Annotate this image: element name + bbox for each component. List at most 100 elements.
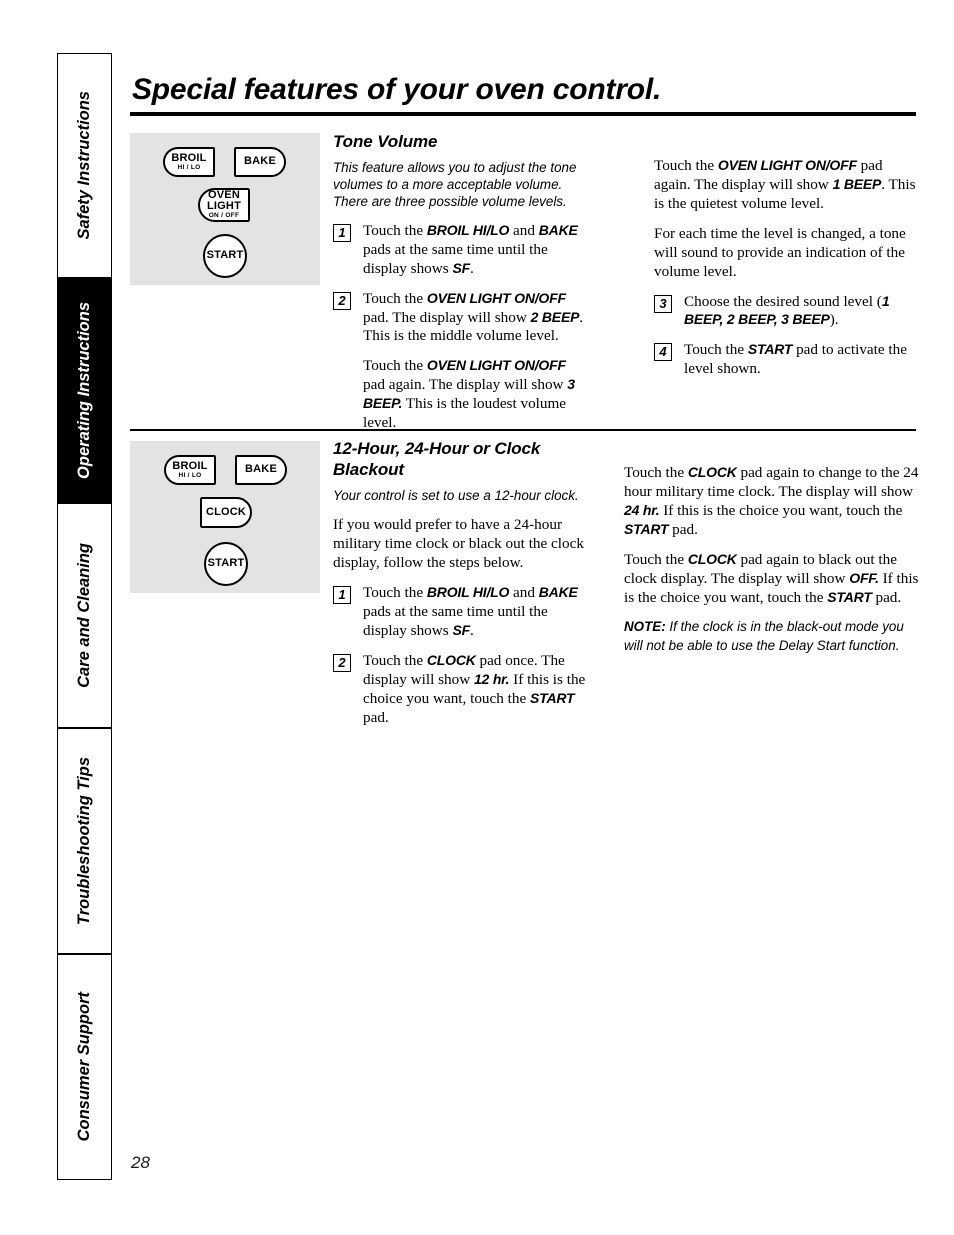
sidebar-item-troubleshooting-tips[interactable]: Troubleshooting Tips [57, 728, 112, 954]
step-text-frag: . [469, 259, 474, 277]
bake-pad[interactable]: BAKE [235, 455, 287, 485]
clock-pad[interactable]: CLOCK [200, 497, 252, 528]
page-number: 28 [131, 1153, 150, 1172]
bake-pad[interactable]: BAKE [234, 147, 286, 177]
pad-reference-bake: BAKE [538, 221, 578, 238]
clock-blackout-middle-column: 12-Hour, 24-Hour or Clock Blackout Your … [333, 438, 591, 727]
control-pad-illustration-tone-volume: BROIL HI / LO BAKE OVEN LIGHT ON / OFF S… [130, 133, 320, 285]
display-value-sf: SF [452, 621, 470, 638]
tab-label-wrap: Safety Instructions [58, 54, 111, 277]
body-frag: pad. [668, 520, 698, 538]
step-text: Touch the BROIL HI/LO and BAKE pads at t… [363, 584, 591, 641]
sidebar-item-label: Troubleshooting Tips [75, 756, 94, 926]
step-text-frag: . [469, 621, 474, 639]
substep-frag: pad again. The display will show [363, 376, 568, 394]
body-frag: If this is the choice you want, touch th… [659, 501, 903, 519]
substep-loudest-level: Touch the OVEN LIGHT ON/OFF pad again. T… [333, 357, 591, 433]
clock-blackout-right-column: Touch the CLOCK pad again to change to t… [624, 464, 922, 656]
control-pad-illustration-clock: BROIL HI / LO BAKE CLOCK START [130, 441, 320, 593]
sidebar-item-label: Care and Cleaning [75, 543, 94, 688]
broil-hi-lo-pad[interactable]: BROIL HI / LO [163, 147, 215, 177]
step-text: Touch the OVEN LIGHT ON/OFF pad. The dis… [363, 290, 591, 347]
pad-reference-start: START [747, 341, 793, 358]
page-content: Special features of your oven control. B… [130, 0, 918, 1235]
clock-note: NOTE: If the clock is in the black-out m… [624, 618, 922, 656]
tone-volume-middle-column: Tone Volume This feature allows you to a… [333, 131, 591, 444]
pad-reference-start: START [624, 520, 669, 537]
pad-label-line2: HI / LO [177, 163, 201, 171]
pad-label-line1: CLOCK [205, 505, 247, 518]
step-number: 1 [333, 585, 351, 604]
pad-reference-clock: CLOCK [426, 651, 476, 668]
body-frag: Touch the [624, 464, 688, 481]
pad-label-line1: BAKE [244, 155, 276, 168]
pad-label-line2: LIGHT [207, 200, 241, 213]
step-text-frag: Touch the [684, 341, 748, 359]
pad-label-line1: BAKE [245, 463, 277, 476]
pad-label-line3: ON / OFF [208, 212, 240, 220]
step-text: Touch the START pad to activate the leve… [684, 341, 922, 379]
sidebar-item-care-and-cleaning[interactable]: Care and Cleaning [57, 503, 112, 728]
step-text: Touch the CLOCK pad once. The display wi… [363, 652, 591, 728]
pad-reference-bake: BAKE [538, 583, 578, 600]
sidebar-item-safety-instructions[interactable]: Safety Instructions [57, 53, 112, 278]
step-text-frag: and [509, 221, 539, 239]
display-value-sf: SF [452, 259, 470, 276]
step-item: 3 Choose the desired sound level (1 BEEP… [654, 293, 922, 331]
body-frag: Touch the [624, 550, 688, 568]
step-text-frag: Touch the [363, 651, 427, 669]
sidebar-item-label: Safety Instructions [75, 91, 94, 240]
substep-quietest-level: Touch the OVEN LIGHT ON/OFF pad again. T… [654, 157, 922, 214]
pad-reference-oven-light: OVEN LIGHT ON/OFF [426, 357, 566, 374]
step-number: 1 [333, 223, 351, 242]
sidebar-tab-strip: Safety Instructions Operating Instructio… [57, 53, 112, 1180]
step-text-frag: ). [829, 311, 839, 329]
step-number: 2 [333, 653, 351, 672]
pad-label-line1: START [207, 557, 245, 570]
substep-tone-feedback: For each time the level is changed, a to… [654, 224, 906, 280]
substep-frag: Touch the [654, 157, 718, 174]
tab-label-wrap: Consumer Support [58, 955, 111, 1179]
section-heading-tone-volume: Tone Volume [333, 132, 438, 151]
step-text: Choose the desired sound level (1 BEEP, … [684, 293, 922, 331]
pad-reference-clock: CLOCK [687, 464, 737, 480]
page-title: Special features of your oven control. [132, 73, 662, 106]
display-value-12hr: 12 hr. [473, 670, 510, 687]
pad-label-line1: BROIL [172, 459, 208, 472]
display-value-1-beep: 1 BEEP [832, 175, 882, 192]
broil-hi-lo-pad[interactable]: BROIL HI / LO [164, 455, 216, 485]
step-text-frag: pad. The display will show [363, 308, 531, 326]
display-value-24hr: 24 hr. [624, 501, 660, 518]
pad-reference-start: START [827, 588, 872, 605]
pad-label-line1: START [206, 249, 244, 262]
tone-volume-intro: This feature allows you to adjust the to… [333, 160, 577, 209]
pad-label-line1: BROIL [171, 151, 207, 164]
tab-label-wrap: Troubleshooting Tips [58, 729, 111, 953]
step-number: 3 [654, 294, 672, 313]
sidebar-item-consumer-support[interactable]: Consumer Support [57, 954, 112, 1180]
pad-label-line2: HI / LO [178, 471, 202, 479]
pad-reference-oven-light: OVEN LIGHT ON/OFF [717, 157, 857, 173]
pad-reference-clock: CLOCK [687, 550, 737, 567]
sidebar-item-label: Consumer Support [75, 992, 94, 1142]
start-pad[interactable]: START [203, 234, 247, 278]
step-text-frag: Touch the [363, 221, 427, 239]
step-item: 1 Touch the BROIL HI/LO and BAKE pads at… [333, 584, 591, 641]
step-text-frag: Touch the [363, 289, 427, 307]
clock-blackout-body: If you would prefer to have a 24-hour mi… [333, 516, 584, 572]
tab-label-wrap: Care and Cleaning [58, 504, 111, 727]
oven-light-on-off-pad[interactable]: OVEN LIGHT ON / OFF [198, 188, 250, 222]
pad-reference-broil: BROIL HI/LO [426, 221, 510, 238]
clock-blackout-intro: Your control is set to use a 12-hour clo… [333, 488, 579, 504]
tab-label-wrap: Operating Instructions [58, 279, 111, 502]
step-item: 2 Touch the CLOCK pad once. The display … [333, 652, 591, 728]
pad-reference-start: START [530, 689, 575, 706]
sidebar-item-label: Operating Instructions [75, 302, 94, 479]
title-divider [130, 112, 916, 116]
note-label: NOTE: [624, 619, 666, 635]
substep-frag: Touch the [363, 357, 427, 375]
step-item: 2 Touch the OVEN LIGHT ON/OFF pad. The d… [333, 290, 591, 347]
sidebar-item-operating-instructions[interactable]: Operating Instructions [57, 278, 112, 503]
note-text: If the clock is in the black-out mode yo… [624, 619, 904, 654]
start-pad[interactable]: START [204, 542, 248, 586]
